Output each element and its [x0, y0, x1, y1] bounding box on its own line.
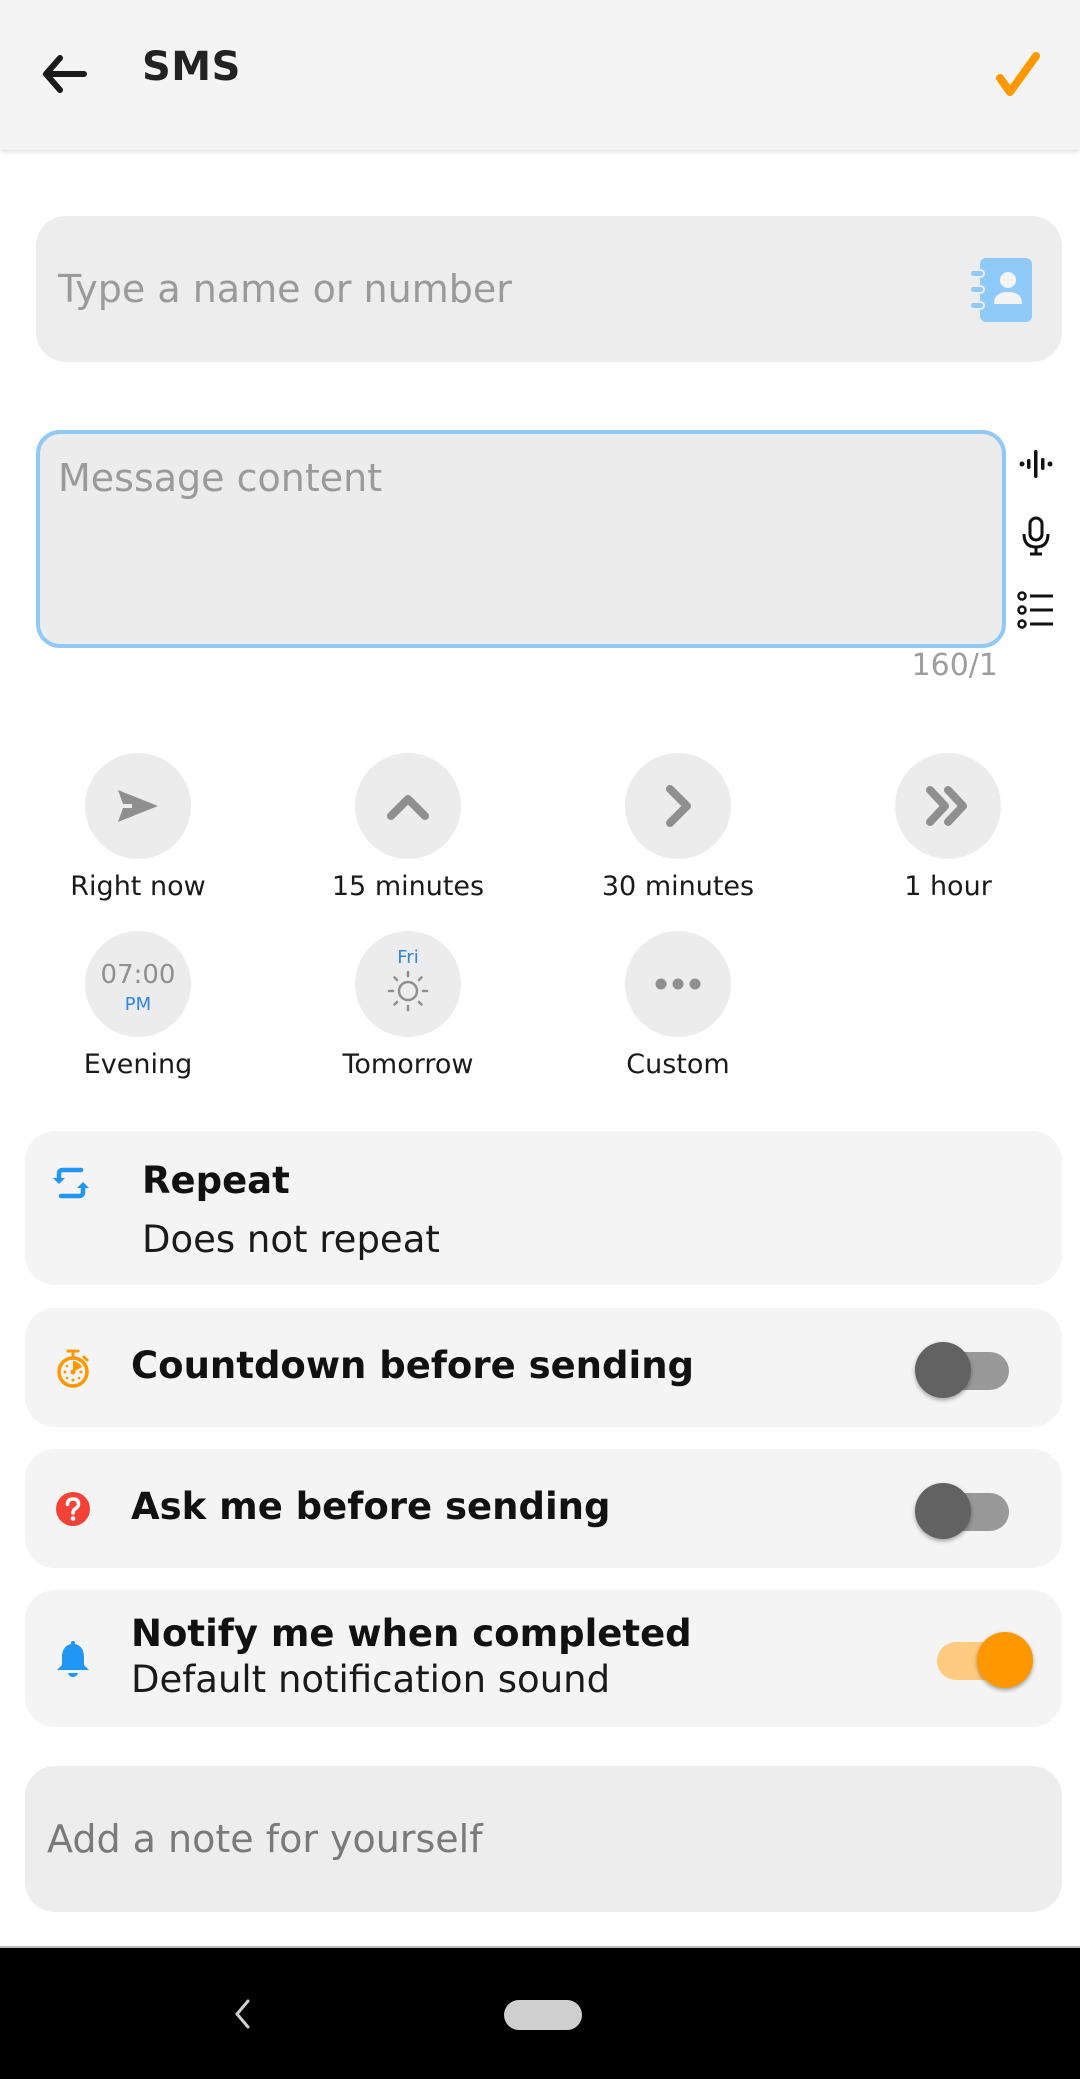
countdown-setting[interactable]: Countdown before sending	[25, 1308, 1062, 1427]
quick-time-label: Evening	[83, 1049, 193, 1080]
system-navigation-bar	[0, 1946, 1080, 2079]
repeat-icon	[53, 1167, 89, 1199]
quick-time-custom[interactable]: Custom	[578, 931, 778, 1080]
quick-time-right-now[interactable]: Right now	[38, 753, 238, 902]
question-icon-wrap	[51, 1487, 95, 1531]
chevron-right-icon	[666, 785, 691, 827]
countdown-title: Countdown before sending	[131, 1344, 695, 1387]
arrow-left-icon	[43, 55, 87, 93]
repeat-setting[interactable]: Repeat Does not repeat	[25, 1131, 1062, 1285]
chevron-left-icon	[235, 1999, 250, 2029]
quick-time-circle	[625, 753, 731, 859]
quick-time-label: 15 minutes	[331, 871, 485, 902]
quick-time-tomorrow[interactable]: Fri Tomorrow	[308, 931, 508, 1080]
repeat-title: Repeat	[142, 1159, 290, 1202]
quick-time-30-minutes[interactable]: 30 minutes	[578, 753, 778, 902]
repeat-icon-wrap	[49, 1161, 93, 1205]
quick-time-label: Custom	[626, 1049, 730, 1080]
ask-before-sending-title: Ask me before sending	[131, 1485, 611, 1528]
tomorrow-day-text: Fri	[397, 946, 419, 968]
double-chevron-right-icon	[926, 786, 967, 826]
note-field-container	[25, 1766, 1062, 1912]
character-counter: 160/1	[911, 648, 998, 683]
toggle-thumb	[915, 1342, 971, 1398]
voice-wave-icon	[1019, 450, 1053, 478]
more-dots-icon	[655, 978, 701, 990]
bell-icon	[57, 1641, 89, 1677]
recipient-input[interactable]	[58, 216, 958, 362]
message-input[interactable]	[58, 456, 978, 626]
quick-time-circle	[625, 931, 731, 1037]
quick-time-1-hour[interactable]: 1 hour	[848, 753, 1048, 902]
confirm-button[interactable]	[988, 46, 1048, 102]
ask-before-sending-setting[interactable]: Ask me before sending	[25, 1449, 1062, 1568]
quick-time-15-minutes[interactable]: 15 minutes	[308, 753, 508, 902]
notify-title: Notify me when completed	[131, 1612, 692, 1655]
quick-time-circle: 07:00 PM	[85, 931, 191, 1037]
page-title: SMS	[142, 44, 241, 90]
quick-time-circle	[85, 753, 191, 859]
system-back-button[interactable]	[222, 1984, 262, 2044]
voice-wave-button[interactable]	[1014, 442, 1058, 486]
contacts-book-icon	[969, 258, 1032, 322]
chevron-up-icon	[387, 795, 429, 820]
toggle-thumb	[915, 1483, 971, 1539]
app-bar: SMS	[0, 0, 1080, 150]
quick-time-label: Tomorrow	[342, 1049, 474, 1080]
quick-time-label: 1 hour	[904, 871, 992, 902]
quick-time-circle	[355, 753, 461, 859]
notify-when-completed-setting[interactable]: Notify me when completed Default notific…	[25, 1590, 1062, 1727]
sun-icon	[387, 970, 429, 1011]
toggle-thumb	[977, 1632, 1033, 1688]
templates-list-button[interactable]	[1014, 588, 1058, 632]
evening-time-text: 07:00	[100, 960, 176, 990]
checkmark-icon	[996, 52, 1040, 96]
list-icon	[1017, 591, 1053, 629]
message-field-container	[36, 430, 1006, 648]
evening-ampm-text: PM	[124, 994, 152, 1015]
quick-time-evening[interactable]: 07:00 PM Evening	[38, 931, 238, 1080]
recipient-field-container	[36, 216, 1062, 362]
system-home-button[interactable]	[504, 2000, 582, 2030]
note-input[interactable]	[47, 1766, 1037, 1912]
ask-before-sending-toggle[interactable]	[915, 1479, 1015, 1539]
quick-time-circle: Fri	[355, 931, 461, 1037]
countdown-toggle[interactable]	[915, 1338, 1015, 1398]
stopwatch-icon	[57, 1349, 89, 1388]
send-icon	[118, 790, 158, 822]
microphone-icon	[1022, 516, 1050, 556]
quick-time-label: 30 minutes	[601, 871, 755, 902]
bell-icon-wrap	[51, 1636, 95, 1680]
question-icon	[56, 1492, 90, 1526]
contacts-button[interactable]	[968, 256, 1034, 326]
notify-toggle[interactable]	[937, 1628, 1037, 1688]
back-button[interactable]	[36, 46, 92, 102]
quick-time-label: Right now	[70, 871, 206, 902]
quick-time-circle	[895, 753, 1001, 859]
notify-sound-subtitle[interactable]: Default notification sound	[131, 1658, 610, 1701]
repeat-value: Does not repeat	[142, 1218, 440, 1261]
stopwatch-icon-wrap	[51, 1346, 95, 1390]
microphone-button[interactable]	[1014, 514, 1058, 558]
